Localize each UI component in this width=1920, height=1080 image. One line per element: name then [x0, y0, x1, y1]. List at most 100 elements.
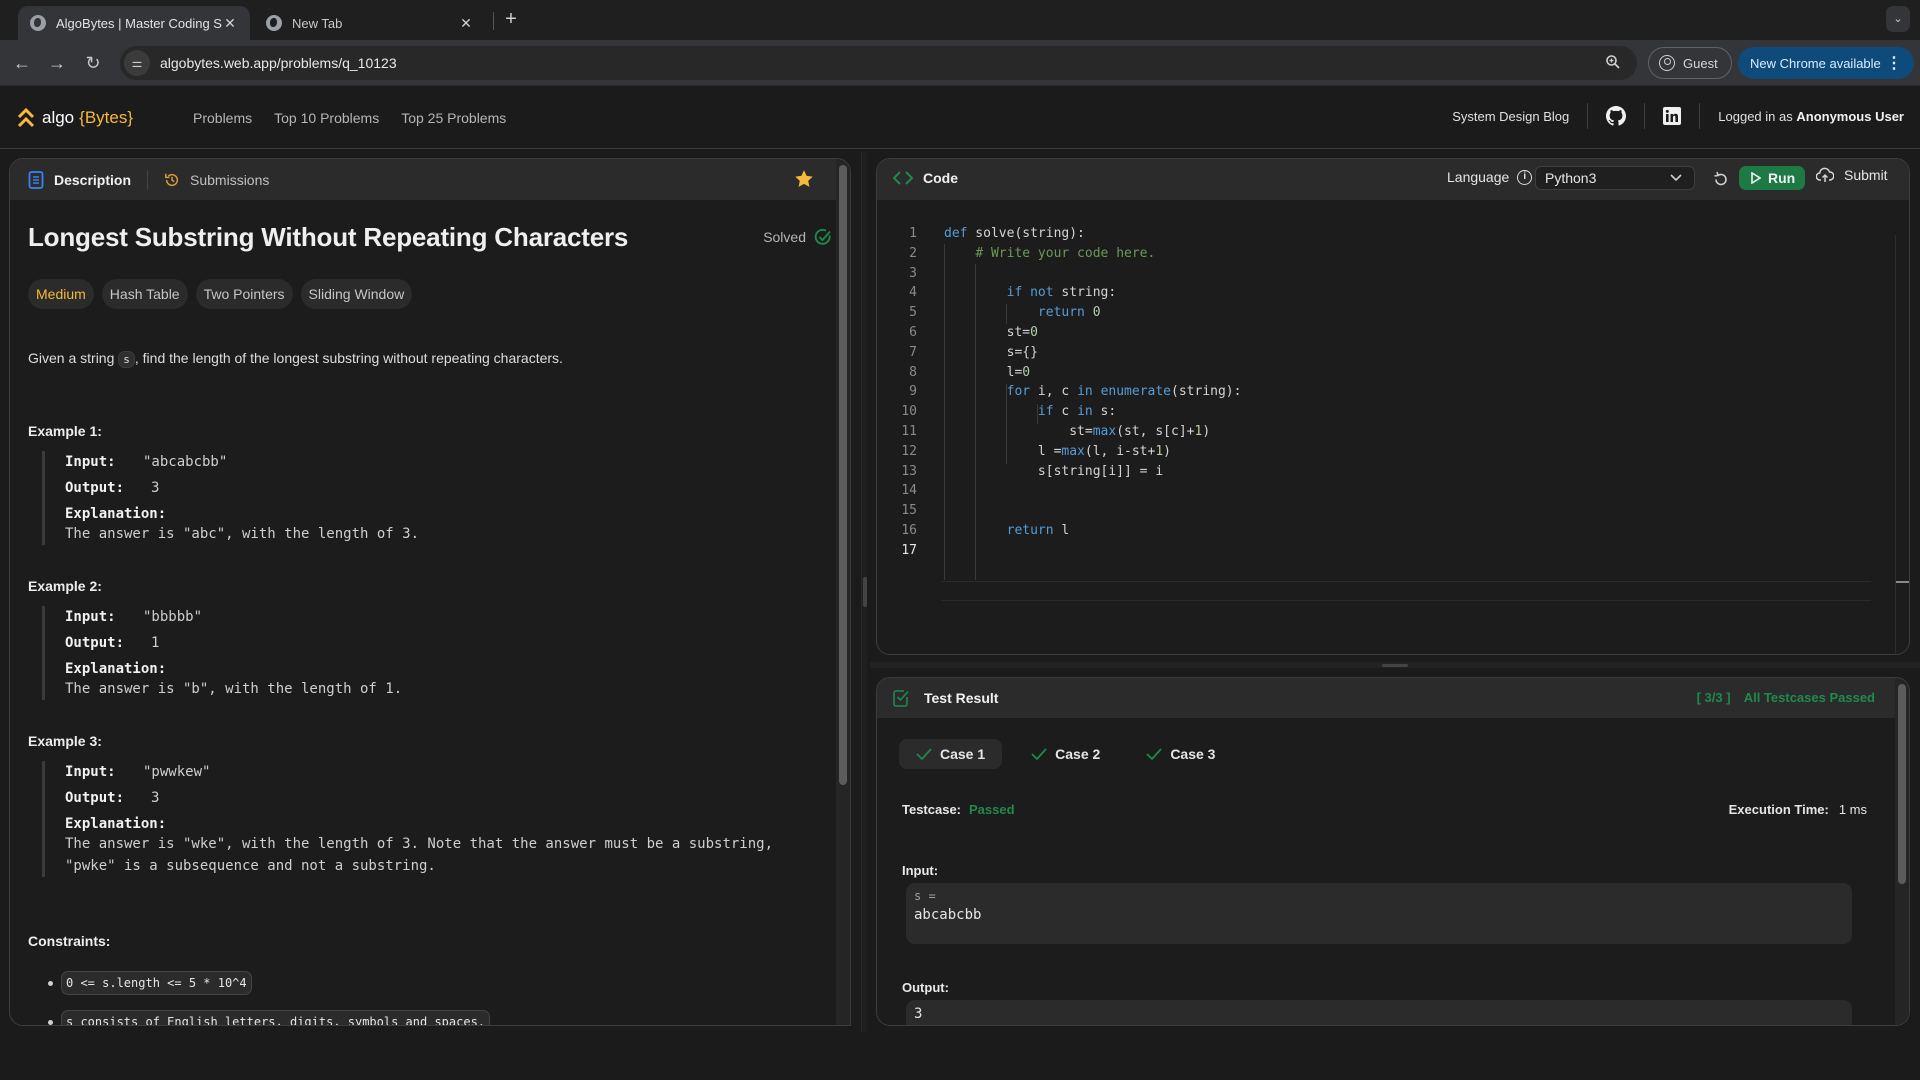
tab-search-button[interactable]: ⌄ [1886, 6, 1910, 32]
topic-tag[interactable]: Sliding Window [300, 279, 413, 309]
logo[interactable]: algo {Bytes} [16, 106, 133, 130]
problem-panel: Description Submissions Longest Substrin… [9, 158, 851, 1026]
example-output: 3 [151, 480, 160, 496]
line-number: 15 [901, 503, 917, 519]
case-tab-1[interactable]: Case 1 [899, 739, 1003, 769]
code-text[interactable]: def solve(string): # Write your code her… [944, 224, 1241, 561]
tab-description[interactable]: Description [10, 159, 147, 200]
linkedin-icon[interactable] [1663, 107, 1682, 125]
resize-grip[interactable] [863, 577, 867, 607]
tab-label: Description [54, 171, 132, 188]
scrollbar-thumb[interactable] [1898, 684, 1906, 884]
favorite-star-icon[interactable] [793, 168, 815, 190]
code-editor[interactable]: 1 2 3 4 5 6 7 8 9 10 11 12 13 14 15 16 17 def solve(stri… [877, 200, 1909, 654]
code-line[interactable] [944, 501, 1241, 521]
code-token: l= [944, 364, 1023, 380]
new-tab-button[interactable]: + [500, 8, 522, 32]
forward-arrow-icon[interactable]: → [46, 52, 68, 74]
kebab-menu-icon[interactable]: ⋮ [1886, 53, 1902, 73]
address-bar[interactable]: ⚌ algobytes.web.app/problems/q_10123 [120, 46, 1637, 80]
line-number: 4 [909, 285, 917, 301]
scrollbar-thumb[interactable] [839, 165, 847, 785]
close-tab-icon[interactable]: ✕ [222, 15, 238, 32]
browser-tab-new-tab[interactable]: New Tab ✕ [254, 6, 486, 40]
code-panel: Code Language i Python3 Run Submit 12345… [876, 158, 1910, 655]
nav-top-10-problems[interactable]: Top 10 Problems [274, 110, 379, 126]
example-2: Example 2: Input: "bbbbb" Output: 1 Explan… [28, 578, 402, 700]
solved-label: Solved [763, 229, 806, 245]
constraint-code: 0 <= s.length <= 5 * 10^4 [61, 971, 252, 995]
resize-grip[interactable] [1382, 664, 1408, 667]
code-line[interactable]: return 0 [944, 303, 1241, 323]
example-heading: Example 3: [28, 733, 102, 749]
close-tab-icon[interactable]: ✕ [458, 15, 474, 32]
test-result-scrollbar[interactable] [1895, 678, 1909, 1025]
run-button[interactable]: Run [1739, 166, 1805, 190]
code-line[interactable]: if c in s: [944, 402, 1241, 422]
example-heading: Example 2: [28, 578, 102, 594]
topic-tag[interactable]: Two Pointers [195, 279, 293, 309]
problem-scrollbar[interactable] [836, 159, 850, 1025]
input-label: Input: [65, 764, 116, 780]
url-text[interactable]: algobytes.web.app/problems/q_10123 [160, 55, 397, 71]
code-token: ) [1163, 443, 1171, 459]
submit-button[interactable]: Submit [1816, 167, 1888, 183]
input-label: Input: [65, 609, 116, 625]
code-line[interactable]: if not string: [944, 283, 1241, 303]
bullet [48, 980, 53, 986]
code-line[interactable] [944, 481, 1241, 501]
site-settings-icon[interactable]: ⚌ [124, 50, 150, 76]
profile-button[interactable]: Guest [1648, 47, 1732, 79]
info-icon[interactable]: i [1517, 169, 1533, 185]
update-chrome-button[interactable]: New Chrome available ⋮ [1738, 47, 1914, 79]
code-line[interactable]: st=max(st, s[c]+1) [944, 422, 1241, 442]
input-heading: Input: [902, 863, 939, 878]
system-design-blog-link[interactable]: System Design Blog [1452, 109, 1569, 124]
code-token: max [1061, 443, 1085, 459]
topic-tag[interactable]: Hash Table [101, 279, 188, 309]
tab-submissions[interactable]: Submissions [148, 159, 285, 200]
app-header: algo {Bytes} Problems Top 10 Problems To… [0, 86, 1920, 149]
code-token: def [944, 226, 968, 241]
code-token: in [1077, 384, 1093, 400]
back-arrow-icon[interactable]: ← [11, 52, 33, 74]
code-line[interactable]: # Write your code here. [944, 244, 1241, 264]
example-explanation: The answer is "b", with the length of 1. [65, 681, 403, 697]
language-select[interactable]: Python3 [1535, 166, 1695, 190]
nav-top-25-problems[interactable]: Top 25 Problems [401, 110, 506, 126]
code-line[interactable]: st=0 [944, 323, 1241, 343]
code-line[interactable]: s[string[i]] = i [944, 462, 1241, 482]
header-right: System Design Blog Logged in as Anonymou… [1452, 100, 1904, 132]
code-line[interactable]: s={} [944, 343, 1241, 363]
language-value: Python3 [1545, 170, 1597, 186]
browser-tab-algobytes[interactable]: AlgoBytes | Master Coding Sk ✕ [18, 6, 250, 40]
test-summary: [ 3/3 ] All Testcases Passed [1697, 690, 1875, 705]
reset-code-icon[interactable] [1712, 170, 1730, 188]
reload-icon[interactable]: ↻ [82, 52, 104, 74]
code-token: return [1037, 305, 1085, 321]
logo-brand: {Bytes} [79, 108, 134, 127]
github-icon[interactable] [1606, 106, 1627, 126]
output-heading: Output: [902, 980, 949, 995]
vertical-resize-handle[interactable] [861, 152, 867, 1032]
run-label: Run [1768, 170, 1796, 186]
case-tab-2[interactable]: Case 2 [1014, 739, 1117, 769]
code-line[interactable]: return l [944, 521, 1241, 541]
code-line[interactable]: l =max(l, i-st+1) [944, 442, 1241, 462]
line-number: 9 [909, 384, 917, 400]
code-line[interactable]: for i, c in enumerate(string): [944, 382, 1242, 402]
horizontal-resize-handle[interactable] [870, 662, 1920, 668]
code-line[interactable]: def solve(string): [944, 224, 1241, 244]
difficulty-badge: Medium [28, 279, 94, 309]
editor-scrollbar[interactable] [1895, 235, 1909, 654]
main-nav: Problems Top 10 Problems Top 25 Problems [193, 110, 528, 126]
zoom-icon[interactable] [1605, 54, 1621, 70]
code-line[interactable] [944, 264, 1241, 284]
code-line[interactable] [944, 541, 1241, 561]
code-line[interactable]: l=0 [944, 363, 1241, 383]
nav-problems[interactable]: Problems [193, 110, 252, 126]
desc-text: Given a string [28, 350, 119, 366]
case-tab-3[interactable]: Case 3 [1129, 739, 1232, 769]
input-label: Input: [65, 454, 116, 470]
code-token: max [1092, 423, 1117, 439]
